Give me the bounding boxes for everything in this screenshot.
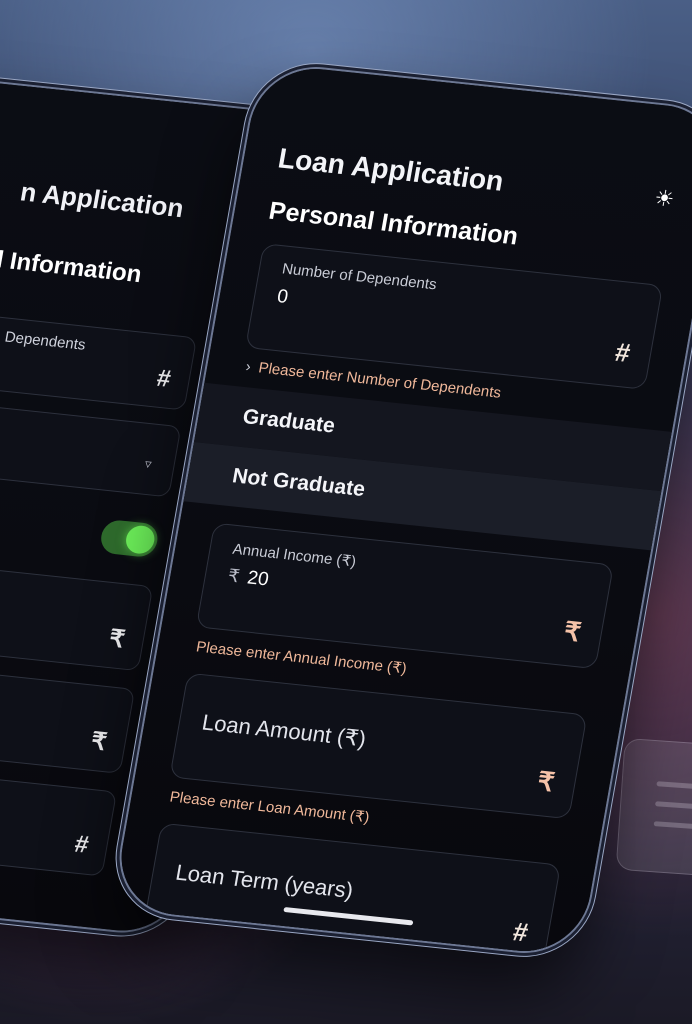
education-select[interactable]: ▿	[0, 391, 182, 498]
card-line	[656, 781, 692, 791]
loan-term-field[interactable]: Loan Term (years) #	[142, 822, 562, 958]
rupee-prefix: ₹	[226, 565, 242, 587]
card-line	[655, 801, 692, 810]
annual-income-field[interactable]: ₹	[0, 551, 154, 672]
section-title: l Information	[0, 246, 144, 289]
rupee-icon: ₹	[535, 765, 557, 798]
rupee-icon: ₹	[88, 727, 109, 757]
dependents-input[interactable]: 0	[275, 286, 290, 309]
field-label: Number of Dependents	[280, 260, 438, 294]
rupee-icon: ₹	[561, 615, 584, 648]
rupee-icon: ₹	[107, 625, 127, 654]
loan-amount-field[interactable]: ₹	[0, 654, 136, 774]
background-card	[615, 737, 692, 879]
sun-icon[interactable]: ☀	[648, 184, 681, 215]
hash-icon: #	[154, 364, 173, 393]
loan-amount-input[interactable]: Loan Amount (₹)	[200, 710, 368, 753]
app-title: n Application	[18, 176, 187, 224]
dropdown-arrow-icon: ▿	[143, 455, 153, 472]
card-line	[653, 821, 692, 831]
loan-term-input[interactable]: Loan Term (years)	[174, 860, 355, 904]
chevron-right-icon: ›	[244, 358, 253, 376]
self-employed-toggle[interactable]	[98, 518, 161, 559]
app-title: Loan Application	[275, 142, 507, 197]
annual-income-input[interactable]: ₹20	[226, 565, 270, 591]
hash-icon: #	[72, 830, 91, 859]
annual-income-value: 20	[245, 567, 271, 591]
loan-term-field[interactable]: #	[0, 756, 118, 877]
field-label: Dependents	[3, 328, 87, 354]
dependents-field[interactable]: Dependents #	[0, 302, 198, 411]
hash-icon: #	[612, 336, 633, 368]
hash-icon: #	[510, 916, 531, 948]
field-label: Annual Income (₹)	[231, 540, 358, 571]
toggle-knob	[123, 524, 157, 555]
